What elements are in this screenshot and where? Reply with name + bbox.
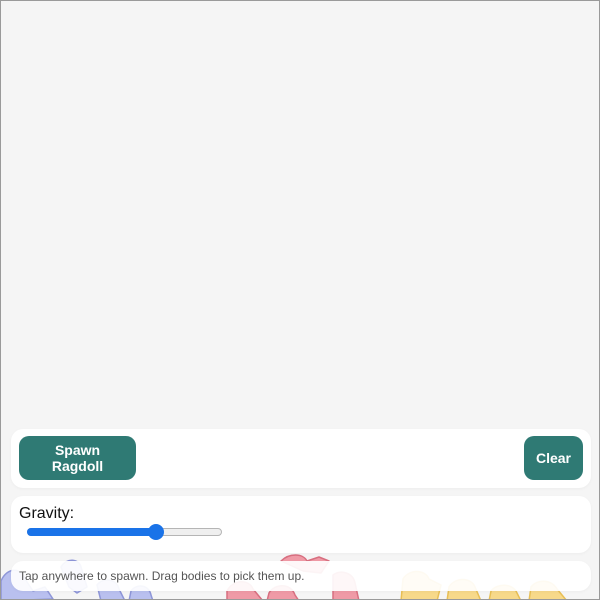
simulation-canvas[interactable]: Spawn Ragdoll Clear Gravity: Tap anywher…	[0, 0, 600, 600]
gravity-slider-fill	[27, 528, 156, 536]
gravity-slider-thumb[interactable]	[148, 524, 164, 540]
hint-bar: Tap anywhere to spawn. Drag bodies to pi…	[11, 561, 591, 591]
gravity-label: Gravity:	[19, 505, 75, 522]
controls-bar: Spawn Ragdoll Clear	[11, 429, 591, 488]
spawn-ragdoll-button[interactable]: Spawn Ragdoll	[19, 436, 136, 480]
hint-text: Tap anywhere to spawn. Drag bodies to pi…	[19, 569, 305, 583]
gravity-slider[interactable]	[27, 524, 222, 540]
gravity-panel: Gravity:	[11, 496, 591, 553]
clear-button[interactable]: Clear	[524, 436, 583, 480]
